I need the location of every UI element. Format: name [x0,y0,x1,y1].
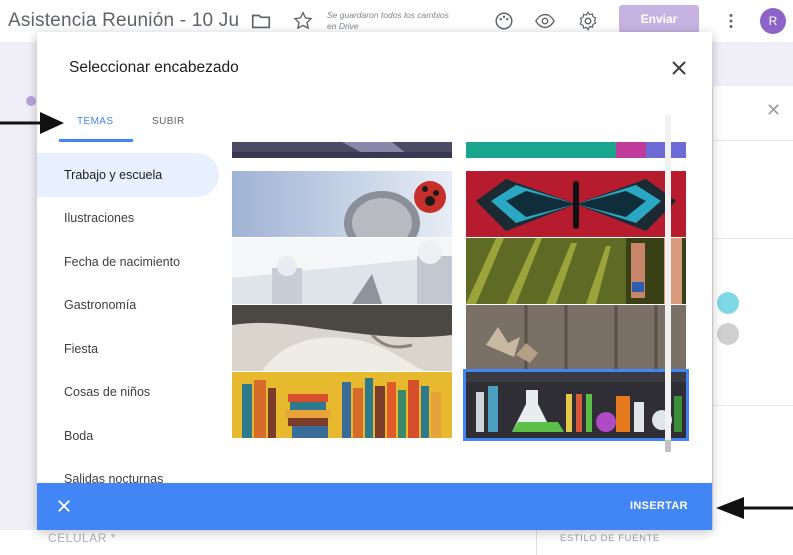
side-panel-close-icon[interactable]: ✕ [766,100,781,121]
header-thumbnail[interactable] [232,372,452,438]
bottom-divider [536,530,537,555]
theme-color-swatch-gray[interactable] [717,323,739,345]
select-header-dialog: Seleccionar encabezado TEMAS SUBIR Traba… [37,32,712,530]
theme-side-panel [712,86,793,555]
font-style-label: ESTILO DE FUENTE [560,533,660,544]
tab-subir[interactable]: SUBIR [152,116,185,127]
category-item-fecha-de-nacimiento[interactable]: Fecha de nacimiento [37,240,219,284]
category-item-fiesta[interactable]: Fiesta [37,327,219,371]
star-icon[interactable] [292,10,314,32]
more-vert-icon[interactable] [720,10,742,32]
cancel-close-icon[interactable] [55,497,73,515]
category-item-boda[interactable]: Boda [37,414,219,458]
side-panel-divider [712,238,793,239]
preview-eye-icon[interactable] [534,10,556,32]
dialog-title: Seleccionar encabezado [69,59,239,76]
tab-temas[interactable]: TEMAS [77,116,113,127]
header-thumbnail[interactable] [466,238,686,304]
grid-scrollbar-track[interactable] [665,115,671,450]
annotation-arrow-right-icon [0,112,64,134]
save-status: Se guardaron todos los cambios en Drive [327,10,449,31]
header-image-grid [232,142,692,482]
annotation-arrow-left-icon [716,497,793,519]
header-thumbnail[interactable] [466,171,686,237]
header-thumbnail[interactable] [232,171,452,237]
palette-icon[interactable] [493,10,515,32]
theme-color-swatch-cyan[interactable] [717,292,739,314]
send-button[interactable]: Enviar [619,5,699,33]
category-item-ilustraciones[interactable]: Ilustraciones [37,197,219,241]
header-thumbnail[interactable] [232,305,452,371]
active-tab-indicator [59,139,133,142]
form-accent-dot [26,96,36,106]
header-thumbnail[interactable] [232,238,452,304]
category-item-trabajo-y-escuela[interactable]: Trabajo y escuela [37,153,219,197]
header-thumbnail[interactable] [466,142,686,158]
header-thumbnail[interactable] [232,142,452,158]
avatar[interactable]: R [760,8,786,34]
category-list: Trabajo y escuela Ilustraciones Fecha de… [37,153,219,486]
folder-icon[interactable] [250,10,272,32]
insert-button[interactable]: INSERTAR [630,500,688,512]
field-label-celular: CELULAR * [48,531,116,545]
dialog-footer: INSERTAR [37,483,712,530]
grid-scrollbar-thumb[interactable] [665,440,671,452]
settings-gear-icon[interactable] [577,10,599,32]
close-icon[interactable] [667,56,691,80]
header-thumbnail-selected[interactable] [463,369,689,441]
category-item-cosas-de-ninos[interactable]: Cosas de niños [37,371,219,415]
header-thumbnail[interactable] [466,305,686,371]
side-panel-divider [712,405,793,406]
category-item-gastronomia[interactable]: Gastronomía [37,284,219,328]
side-panel-divider [712,140,793,141]
form-canvas-background [0,86,36,555]
form-bottom-strip [0,530,793,555]
document-title[interactable]: Asistencia Reunión - 10 Ju [8,10,239,32]
